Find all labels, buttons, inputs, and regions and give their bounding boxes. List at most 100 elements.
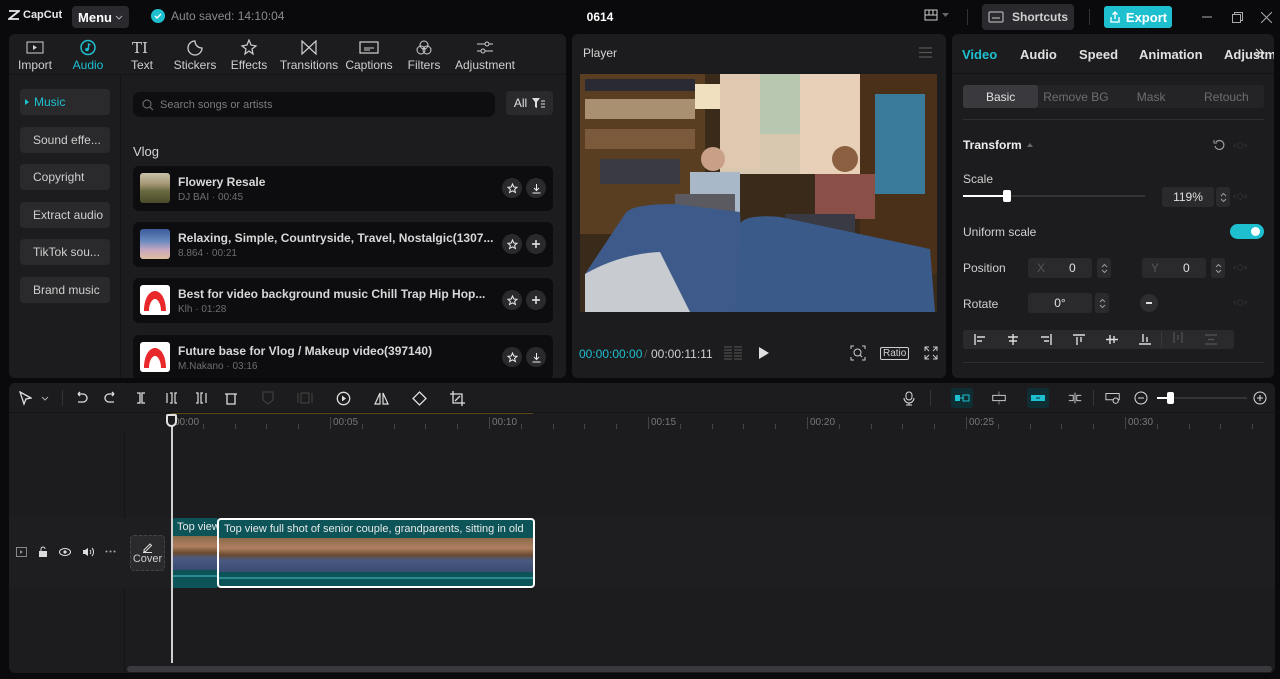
maximize-button[interactable] — [1229, 9, 1245, 25]
position-x-input[interactable]: X 0 — [1028, 258, 1092, 278]
position-y-stepper[interactable] — [1211, 258, 1225, 278]
playhead-line[interactable] — [171, 417, 173, 663]
subtab-retouch[interactable]: Retouch — [1189, 85, 1264, 108]
zoom-to-fit-button[interactable] — [1105, 390, 1121, 406]
mirror-button[interactable] — [373, 390, 389, 406]
scale-input[interactable]: 119% — [1162, 187, 1214, 207]
align-right-button[interactable] — [1029, 334, 1062, 345]
tab-animation[interactable]: Animation — [1139, 47, 1203, 62]
zoom-slider-handle[interactable] — [1167, 392, 1174, 404]
record-voice-button[interactable] — [901, 390, 917, 406]
main-track-magnet-button[interactable] — [951, 388, 973, 408]
auto-snap-button[interactable] — [991, 390, 1007, 406]
playhead-handle[interactable] — [166, 414, 177, 427]
download-button[interactable] — [526, 178, 546, 198]
nav-brand-music[interactable]: Brand music — [20, 277, 110, 303]
tab-filters[interactable]: Filters — [397, 34, 451, 74]
subtab-remove-bg[interactable]: Remove BG — [1038, 85, 1113, 108]
keyframe-nav[interactable]: ‹◇› — [1233, 191, 1247, 202]
rotate-input[interactable]: 0° — [1028, 293, 1092, 313]
cover-button[interactable]: Cover — [130, 535, 165, 571]
minimize-button[interactable] — [1199, 9, 1215, 25]
select-tool-dropdown[interactable] — [37, 390, 53, 406]
keyframe-nav[interactable]: ‹◇› — [1233, 297, 1247, 308]
redo-button[interactable] — [103, 390, 119, 406]
uniform-scale-toggle[interactable] — [1230, 224, 1264, 239]
distribute-h-button[interactable] — [1161, 332, 1194, 347]
align-top-button[interactable] — [1062, 334, 1095, 345]
more-icon[interactable] — [105, 550, 116, 553]
chevrons-right-icon[interactable] — [1254, 47, 1266, 59]
timeline-ruler[interactable]: 00:00 00:05 00:10 00:15 00:20 00:25 00:30 — [9, 413, 1275, 431]
player-menu-button[interactable] — [919, 47, 932, 58]
search-input[interactable] — [160, 98, 480, 111]
position-x-stepper[interactable] — [1097, 258, 1111, 278]
play-button[interactable] — [758, 346, 770, 360]
waveform-toggle-button[interactable] — [723, 346, 743, 360]
rotate-stepper[interactable] — [1095, 293, 1109, 313]
align-left-button[interactable] — [963, 334, 996, 345]
split-right-button[interactable] — [193, 390, 209, 406]
speed-button[interactable] — [335, 390, 351, 406]
tab-video[interactable]: Video — [962, 47, 997, 62]
timeline-zoom-slider[interactable] — [1157, 392, 1247, 404]
tab-adjustment[interactable]: Adjustment — [451, 34, 519, 74]
video-clip[interactable]: Top view full shot of senior couple, gra… — [172, 518, 219, 588]
favorite-button[interactable] — [502, 290, 522, 310]
filter-button[interactable]: All — [506, 91, 553, 115]
subtab-mask[interactable]: Mask — [1114, 85, 1189, 108]
scale-stepper[interactable] — [1216, 187, 1230, 207]
delete-button[interactable] — [223, 390, 239, 406]
zoom-in-button[interactable] — [1252, 390, 1268, 406]
align-center-v-button[interactable] — [1095, 334, 1128, 345]
add-button[interactable] — [526, 290, 546, 310]
tab-captions[interactable]: Captions — [341, 34, 397, 74]
video-preview[interactable] — [580, 74, 937, 312]
distribute-v-button[interactable] — [1194, 334, 1227, 345]
tab-effects[interactable]: Effects — [221, 34, 277, 74]
track-item[interactable]: Best for video background music Chill Tr… — [133, 278, 553, 323]
tab-audio-props[interactable]: Audio — [1020, 47, 1057, 62]
align-bottom-button[interactable] — [1128, 334, 1161, 345]
fullscreen-button[interactable] — [924, 346, 938, 360]
tab-stickers[interactable]: Stickers — [169, 34, 221, 74]
ratio-button[interactable]: Ratio — [880, 347, 910, 360]
rotate-dial[interactable] — [1140, 294, 1158, 312]
nav-sound-effects[interactable]: Sound effe... — [20, 127, 110, 153]
keyframe-nav[interactable]: ‹◇› — [1233, 140, 1247, 151]
split-button[interactable] — [133, 390, 149, 406]
tab-audio[interactable]: Audio — [61, 34, 115, 74]
volume-icon[interactable] — [82, 547, 94, 557]
nav-extract-audio[interactable]: Extract audio — [20, 202, 110, 228]
tab-import[interactable]: Import — [9, 34, 61, 74]
layout-button[interactable] — [924, 9, 949, 21]
position-y-input[interactable]: Y 0 — [1142, 258, 1206, 278]
reset-icon[interactable] — [1213, 139, 1225, 151]
select-tool-button[interactable] — [17, 390, 33, 406]
track-item[interactable]: Flowery Resale DJ BAI · 00:45 — [133, 166, 553, 211]
undo-button[interactable] — [73, 390, 89, 406]
rotate-button[interactable] — [411, 390, 427, 406]
tab-adjustment-props[interactable]: Adjustm — [1224, 47, 1274, 62]
split-left-button[interactable] — [164, 390, 180, 406]
track-item[interactable]: Future base for Vlog / Makeup video(3971… — [133, 335, 553, 378]
track-item[interactable]: Relaxing, Simple, Countryside, Travel, N… — [133, 222, 553, 267]
scale-slider[interactable] — [963, 190, 1145, 202]
video-clip-selected[interactable]: Top view full shot of senior couple, gra… — [217, 518, 535, 588]
tab-text[interactable]: TI Text — [115, 34, 169, 74]
lock-icon[interactable] — [38, 546, 48, 557]
tab-speed[interactable]: Speed — [1079, 47, 1118, 62]
add-button[interactable] — [526, 234, 546, 254]
export-button[interactable]: Export — [1104, 6, 1172, 28]
zoom-out-button[interactable] — [1133, 390, 1149, 406]
close-button[interactable] — [1258, 9, 1274, 25]
eye-icon[interactable] — [59, 547, 71, 556]
crop-button[interactable] — [449, 390, 465, 406]
menu-button[interactable]: Menu — [72, 6, 129, 28]
scale-slider-handle[interactable] — [1002, 190, 1011, 202]
favorite-button[interactable] — [502, 234, 522, 254]
download-button[interactable] — [526, 347, 546, 367]
preview-axis-button[interactable] — [1067, 390, 1083, 406]
nav-copyright[interactable]: Copyright — [20, 164, 110, 190]
favorite-button[interactable] — [502, 178, 522, 198]
